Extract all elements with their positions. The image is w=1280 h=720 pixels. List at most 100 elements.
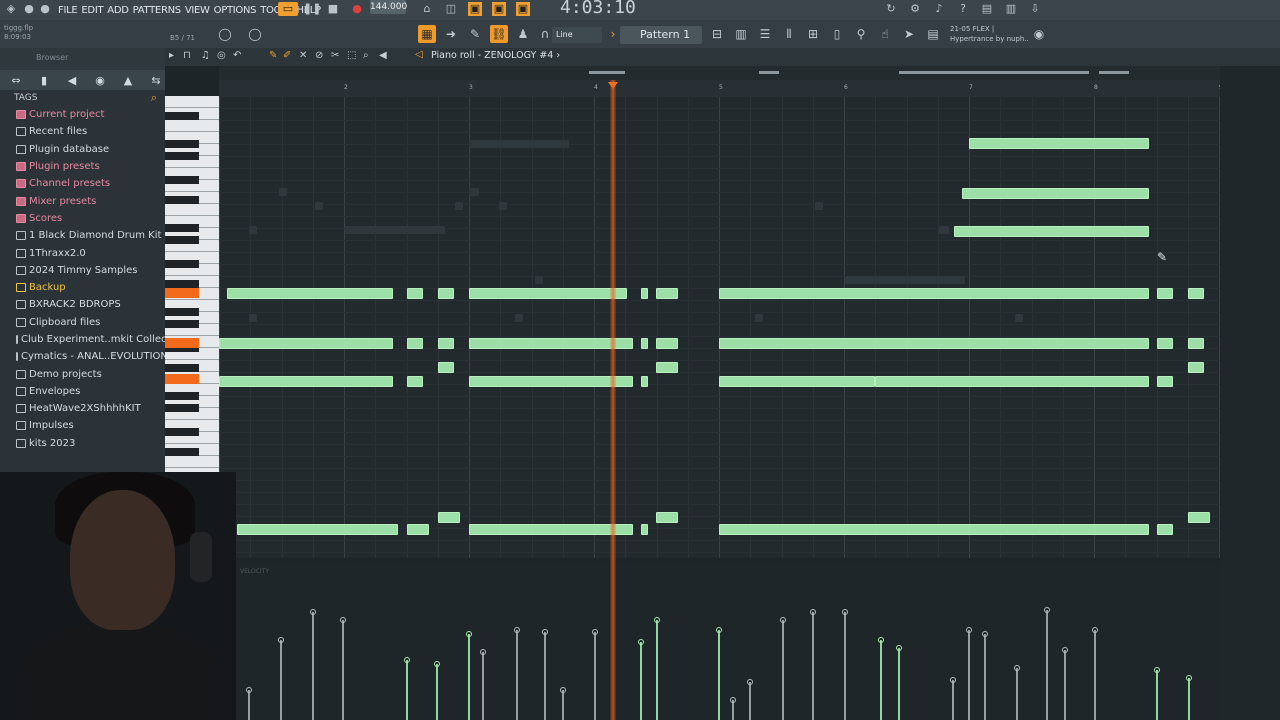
white-key[interactable] bbox=[165, 456, 219, 468]
black-key[interactable] bbox=[165, 280, 199, 288]
velocity-handle[interactable] bbox=[1014, 665, 1020, 671]
black-key[interactable] bbox=[165, 224, 199, 232]
midi-note[interactable] bbox=[719, 376, 875, 387]
velocity-handle[interactable] bbox=[278, 637, 284, 643]
menu-options[interactable]: OPTIONS bbox=[212, 5, 259, 16]
black-key[interactable] bbox=[165, 260, 199, 268]
browser-item[interactable]: Plugin presets bbox=[0, 158, 165, 175]
browser-target-icon[interactable]: ◉ bbox=[92, 74, 108, 87]
highlighted-key[interactable] bbox=[165, 374, 199, 384]
select-tool-icon[interactable]: ⬚ bbox=[347, 50, 356, 61]
white-key[interactable] bbox=[165, 96, 219, 108]
velocity-bar[interactable] bbox=[340, 617, 346, 720]
piano-roll-icon[interactable]: ⦀ bbox=[780, 25, 798, 43]
midi-note[interactable] bbox=[656, 362, 678, 373]
midi-note[interactable] bbox=[438, 288, 454, 299]
midi-note[interactable] bbox=[469, 338, 633, 349]
velocity-bar[interactable] bbox=[878, 637, 884, 720]
draw-tool-icon[interactable]: ✎ bbox=[466, 25, 484, 43]
master-pitch-knob[interactable]: ◯ bbox=[246, 25, 264, 43]
news-icon[interactable]: ◉ bbox=[1030, 25, 1048, 43]
velocity-handle[interactable] bbox=[514, 627, 520, 633]
browser-cloud-icon[interactable]: ▲ bbox=[120, 74, 136, 87]
black-key[interactable] bbox=[165, 176, 199, 184]
midi-note[interactable] bbox=[438, 512, 460, 523]
loop-record-icon[interactable]: ▣ bbox=[516, 2, 530, 16]
script-icon[interactable]: ▤ bbox=[924, 25, 942, 43]
midi-note[interactable] bbox=[1188, 338, 1204, 349]
velocity-handle[interactable] bbox=[466, 631, 472, 637]
mixer-icon[interactable]: ⊟ bbox=[708, 25, 726, 43]
midi-note[interactable] bbox=[1188, 288, 1204, 299]
midi-note[interactable] bbox=[962, 188, 1149, 199]
midi-note[interactable] bbox=[719, 524, 1149, 535]
velocity-bar[interactable] bbox=[246, 687, 252, 720]
velocity-bar[interactable] bbox=[966, 627, 972, 720]
white-key[interactable] bbox=[165, 120, 219, 132]
velocity-bar[interactable] bbox=[480, 649, 486, 720]
browser-item[interactable]: 1Thraxx2.0 bbox=[0, 244, 165, 261]
velocity-bar[interactable] bbox=[278, 637, 284, 720]
menu-edit[interactable]: EDIT bbox=[79, 5, 105, 16]
pencil-tool-icon[interactable]: ✎ bbox=[269, 50, 277, 61]
menu-view[interactable]: VIEW bbox=[183, 5, 212, 16]
mute-tool-icon[interactable]: ⊘ bbox=[315, 50, 323, 61]
highlighted-key[interactable] bbox=[165, 288, 199, 298]
velocity-handle[interactable] bbox=[542, 629, 548, 635]
velocity-bar[interactable] bbox=[1062, 647, 1068, 720]
record-icon[interactable]: ● bbox=[350, 2, 364, 16]
black-key[interactable] bbox=[165, 448, 199, 456]
midi-note[interactable] bbox=[656, 338, 678, 349]
playlist-icon[interactable]: ☰ bbox=[756, 25, 774, 43]
playback-tool-icon[interactable]: ◀ bbox=[379, 50, 387, 61]
stamp-icon[interactable]: ♟ bbox=[514, 25, 532, 43]
black-key[interactable] bbox=[165, 112, 199, 120]
magnet-snap-icon[interactable]: ⊓ bbox=[183, 50, 191, 61]
midi-note[interactable] bbox=[969, 138, 1149, 149]
stamp-tool-icon[interactable]: ♫ bbox=[201, 50, 210, 61]
velocity-handle[interactable] bbox=[560, 687, 566, 693]
plug-icon[interactable]: ⚲ bbox=[852, 25, 870, 43]
browser-icon[interactable]: ⊞ bbox=[804, 25, 822, 43]
plugin-picker-icon[interactable]: ▯ bbox=[828, 25, 846, 43]
midi-note[interactable] bbox=[719, 288, 1149, 299]
velocity-lane[interactable] bbox=[236, 562, 1220, 720]
velocity-handle[interactable] bbox=[966, 627, 972, 633]
help-icon[interactable]: ? bbox=[956, 2, 970, 16]
menu-file[interactable]: FILE bbox=[56, 5, 79, 16]
browser-item[interactable]: 2024 Timmy Samples bbox=[0, 262, 165, 279]
midi-note[interactable] bbox=[954, 226, 1149, 237]
black-key[interactable] bbox=[165, 320, 199, 328]
download-icon[interactable]: ⇩ bbox=[1028, 2, 1042, 16]
browser-item[interactable]: Impulses bbox=[0, 417, 165, 434]
velocity-handle[interactable] bbox=[1186, 675, 1192, 681]
velocity-bar[interactable] bbox=[1186, 675, 1192, 720]
midi-note[interactable] bbox=[407, 288, 423, 299]
menu-add[interactable]: ADD bbox=[105, 5, 130, 16]
velocity-handle[interactable] bbox=[1154, 667, 1160, 673]
browser-back-icon[interactable]: ◀ bbox=[64, 74, 80, 87]
bar-ruler[interactable]: 23456789 bbox=[219, 80, 1223, 96]
velocity-handle[interactable] bbox=[480, 649, 486, 655]
velocity-bar[interactable] bbox=[1154, 667, 1160, 720]
midi-note[interactable] bbox=[469, 288, 627, 299]
midi-note[interactable] bbox=[407, 376, 423, 387]
velocity-handle[interactable] bbox=[310, 609, 316, 615]
send-icon[interactable]: ➤ bbox=[900, 25, 918, 43]
countdown-icon[interactable]: ▣ bbox=[468, 2, 482, 16]
black-key[interactable] bbox=[165, 236, 199, 244]
metronome-icon[interactable]: ⌂ bbox=[420, 2, 434, 16]
velocity-bar[interactable] bbox=[716, 627, 722, 720]
wait-icon[interactable]: ◫ bbox=[444, 2, 458, 16]
arrow-right-icon[interactable]: ➜ bbox=[442, 25, 460, 43]
black-key[interactable] bbox=[165, 364, 199, 372]
velocity-bar[interactable] bbox=[560, 687, 566, 720]
browser-item[interactable]: Cymatics - ANAL..EVOLUTION Beta bbox=[0, 348, 165, 365]
piano-roll-view-button[interactable]: ▦ bbox=[418, 25, 436, 43]
save-icon[interactable]: ▤ bbox=[980, 2, 994, 16]
browser-item[interactable]: Club Experiment..mkit Collection bbox=[0, 331, 165, 348]
touch-icon[interactable]: ☝ bbox=[876, 25, 894, 43]
tags-label[interactable]: TAGS bbox=[14, 93, 37, 103]
midi-note[interactable] bbox=[656, 288, 678, 299]
midi-note[interactable] bbox=[719, 338, 1149, 349]
